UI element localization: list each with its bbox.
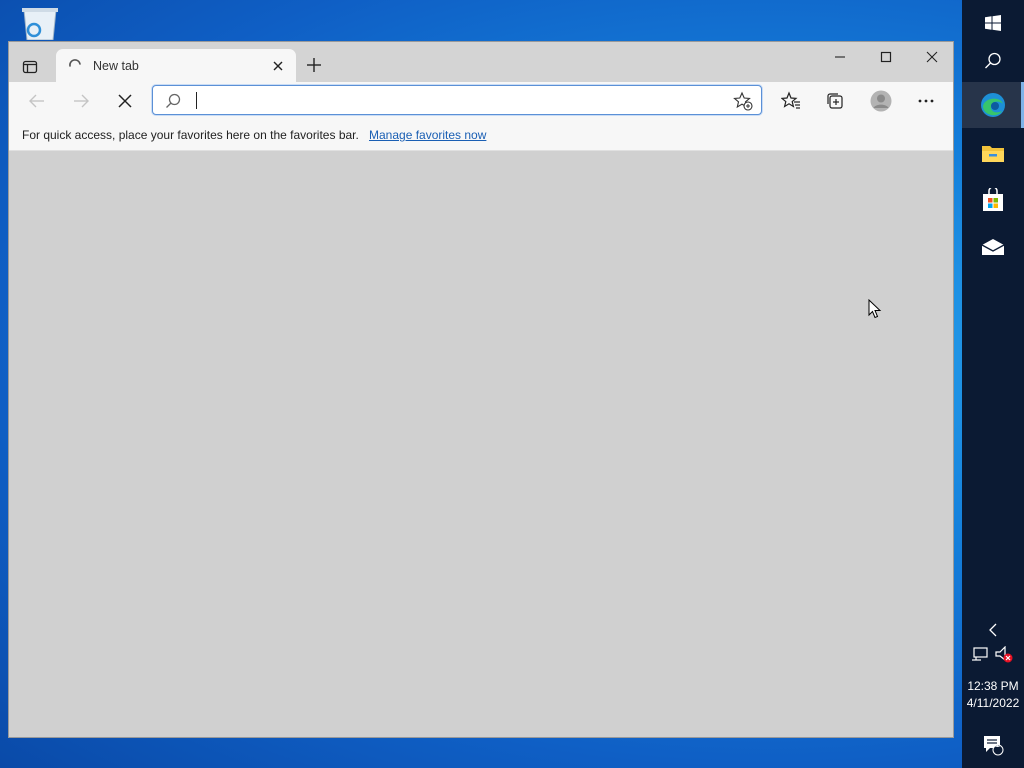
tab-close-button[interactable]	[270, 58, 286, 74]
address-input[interactable]	[193, 89, 717, 113]
stop-loading-button[interactable]	[113, 90, 137, 112]
close-icon	[926, 51, 938, 63]
back-button[interactable]	[25, 90, 49, 112]
settings-more-button[interactable]	[915, 90, 937, 112]
forward-arrow-icon	[74, 94, 89, 108]
clock-time: 12:38 PM	[967, 679, 1019, 693]
taskbar-edge[interactable]	[962, 82, 1024, 128]
tab-new-tab[interactable]: New tab	[56, 49, 296, 82]
action-center-button[interactable]: 1	[962, 722, 1024, 768]
taskbar-file-explorer[interactable]	[962, 130, 1024, 176]
tab-actions-icon	[22, 60, 38, 74]
network-icon[interactable]	[971, 647, 989, 663]
search-icon	[166, 93, 181, 108]
chevron-left-icon	[989, 623, 997, 637]
collections-icon	[827, 93, 843, 109]
stop-icon	[118, 94, 132, 108]
search-icon	[985, 52, 1001, 69]
page-content	[9, 151, 953, 737]
maximize-button[interactable]	[863, 42, 909, 72]
forward-button[interactable]	[69, 90, 93, 112]
tab-actions-button[interactable]	[19, 56, 41, 78]
minimize-button[interactable]	[817, 42, 863, 72]
taskbar-store[interactable]	[962, 177, 1024, 223]
start-icon	[985, 15, 1001, 31]
favorites-button[interactable]	[780, 90, 802, 112]
manage-favorites-link[interactable]: Manage favorites now	[369, 128, 486, 142]
plus-icon	[307, 58, 321, 72]
new-tab-button[interactable]	[304, 55, 324, 75]
store-icon	[983, 188, 1003, 211]
add-favorite-icon[interactable]	[733, 91, 753, 111]
back-arrow-icon	[29, 94, 44, 108]
clock-date: 4/11/2022	[966, 696, 1020, 710]
notification-icon	[984, 736, 1004, 756]
close-window-button[interactable]	[909, 42, 955, 72]
mail-icon	[981, 239, 1005, 255]
edge-icon	[981, 93, 1005, 117]
favorites-icon	[781, 91, 800, 109]
address-bar[interactable]	[152, 85, 762, 115]
taskbar-mail[interactable]	[962, 224, 1024, 270]
more-dots-icon	[918, 99, 934, 103]
favorites-bar: For quick access, place your favorites h…	[9, 120, 953, 151]
maximize-icon	[880, 51, 892, 63]
taskbar: 12:38 PM 4/11/2022 1	[962, 0, 1024, 768]
collections-button[interactable]	[824, 90, 846, 112]
file-explorer-icon	[982, 146, 1004, 162]
taskbar-clock[interactable]: 12:38 PM 4/11/2022	[962, 678, 1024, 712]
title-bar: New tab	[9, 42, 953, 82]
mouse-pointer-icon	[868, 299, 882, 319]
volume-muted-icon[interactable]	[995, 645, 1015, 664]
notification-count: 1	[995, 739, 1001, 749]
tab-title: New tab	[93, 59, 139, 73]
profile-button[interactable]	[870, 90, 892, 112]
avatar-icon	[870, 90, 892, 112]
toolbar	[9, 82, 953, 120]
minimize-icon	[835, 56, 845, 58]
favorites-bar-message: For quick access, place your favorites h…	[22, 128, 359, 142]
browser-window: New tab For quick access, place your fav…	[8, 41, 954, 738]
close-icon	[273, 61, 283, 71]
text-caret	[196, 92, 197, 109]
search-button[interactable]	[962, 38, 1024, 84]
loading-spinner-icon	[69, 59, 81, 67]
recycle-bin-icon[interactable]	[18, 6, 62, 41]
